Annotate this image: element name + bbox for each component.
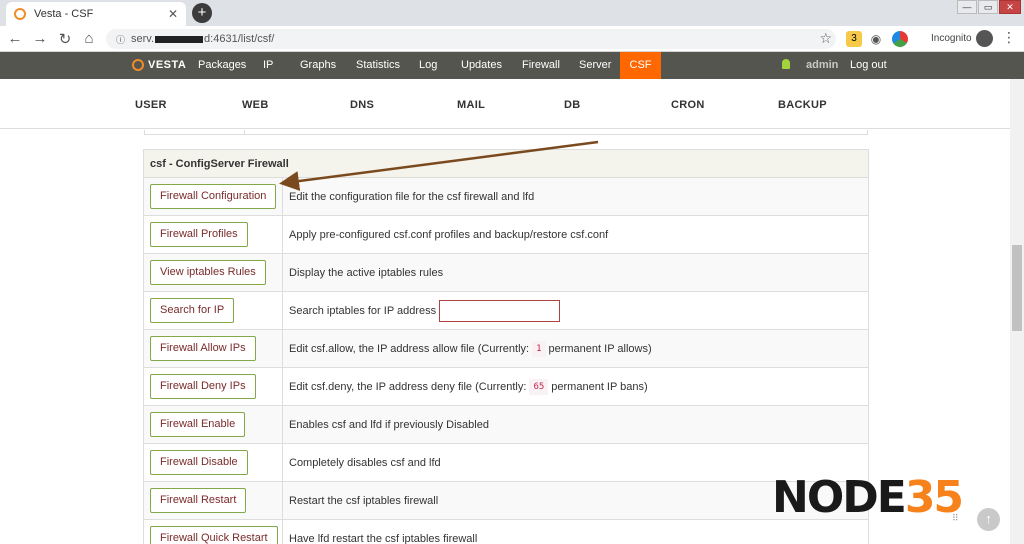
search-for-ip-button[interactable]: Search for IP [150,298,235,323]
home-icon[interactable]: ⌂ [80,30,98,47]
search-ip-input[interactable] [439,299,561,322]
firewall-restart-button[interactable]: Firewall Restart [150,488,247,513]
more-menu-icon[interactable]: ⋮ [1002,29,1016,46]
section-menu: USER WEB DNS MAIL DB CRON BACKUP [0,79,1010,129]
new-tab-button[interactable]: + [192,3,212,23]
node35-watermark-logo: NODE35 [772,472,964,523]
vesta-favicon-icon [14,8,26,20]
table-row: Firewall Deny IPs Edit csf.deny, the IP … [144,368,868,406]
vesta-logo[interactable]: VESTA [132,59,186,71]
deny-count: 65 [529,378,549,395]
close-window-button[interactable]: ✕ [999,0,1021,14]
scrollbar-thumb[interactable] [1012,245,1022,331]
section-web[interactable]: WEB [242,99,269,111]
vesta-logo-icon [132,59,144,71]
allow-count: 1 [532,340,546,357]
bell-icon[interactable] [782,59,790,69]
scroll-to-top-icon[interactable]: ↑ [977,508,1000,531]
firewall-profiles-button[interactable]: Firewall Profiles [150,222,248,247]
allow-desc-before: Edit csf.allow, the IP address allow fil… [289,342,530,355]
url-suffix: d:4631/list/csf/ [204,33,275,45]
row-description: Apply pre-configured csf.conf profiles a… [289,228,609,241]
csf-table: csf - ConfigServer Firewall Firewall Con… [143,149,869,544]
section-cron[interactable]: CRON [671,99,705,111]
url-input[interactable]: ⓘ serv. d:4631/list/csf/ ☆ [106,29,836,49]
nav-log[interactable]: Log [411,52,445,79]
extension-badge: 3 [851,33,857,44]
search-ip-label: Search iptables for IP address [289,304,437,317]
row-description: Edit csf.allow, the IP address allow fil… [283,330,868,367]
deny-desc-before: Edit csf.deny, the IP address deny file … [289,380,527,393]
table-row: Firewall Disable Completely disables csf… [144,444,868,482]
firewall-enable-button[interactable]: Firewall Enable [150,412,246,437]
extension-icon[interactable]: 3 [846,31,862,47]
nav-server[interactable]: Server [571,52,619,79]
view-iptables-rules-button[interactable]: View iptables Rules [150,260,266,285]
previous-table-edge [144,130,868,135]
row-description: Edit csf.deny, the IP address deny file … [283,368,868,405]
table-row: Firewall Restart Restart the csf iptable… [144,482,868,520]
allow-desc-after: permanent IP allows) [548,342,652,355]
maximize-button[interactable]: ▭ [978,0,998,14]
row-description: Have lfd restart the csf iptables firewa… [289,532,478,544]
table-row: Firewall Profiles Apply pre-configured c… [144,216,868,254]
chrome-extension-icon[interactable] [892,31,908,47]
row-description: Display the active iptables rules [289,266,444,279]
section-db[interactable]: DB [564,99,581,111]
section-backup[interactable]: BACKUP [778,99,827,111]
bookmark-star-icon[interactable]: ☆ [819,30,832,47]
section-mail[interactable]: MAIL [457,99,485,111]
minimize-button[interactable]: — [957,0,977,14]
csf-table-header: csf - ConfigServer Firewall [144,150,868,178]
forward-arrow-icon[interactable]: → [31,30,49,47]
table-row: Firewall Quick Restart Have lfd restart … [144,520,868,544]
url-prefix: serv. [131,33,155,45]
incognito-icon[interactable] [976,30,993,47]
reload-icon[interactable]: ↻ [56,30,74,48]
table-row: Firewall Enable Enables csf and lfd if p… [144,406,868,444]
section-dns[interactable]: DNS [350,99,374,111]
table-row: View iptables Rules Display the active i… [144,254,868,292]
url-redaction [155,35,204,43]
address-bar-row: ← → ↻ ⌂ ⓘ serv. d:4631/list/csf/ ☆ 3 ◉ I… [0,26,1024,52]
row-description: Enables csf and lfd if previously Disabl… [289,418,489,431]
tab-close-icon[interactable]: ✕ [168,7,178,21]
incognito-label: Incognito [931,33,972,44]
firewall-deny-ips-button[interactable]: Firewall Deny IPs [150,374,256,399]
nav-firewall[interactable]: Firewall [514,52,568,79]
user-name[interactable]: admin [806,52,838,79]
nav-packages[interactable]: Packages [190,52,254,79]
top-navigation: VESTA Packages IP Graphs Statistics Log … [0,52,1024,79]
deny-desc-after: permanent IP bans) [551,380,648,393]
table-row: Firewall Allow IPs Edit csf.allow, the I… [144,330,868,368]
table-row: Firewall Configuration Edit the configur… [144,178,868,216]
logout-link[interactable]: Log out [850,52,887,79]
nav-statistics[interactable]: Statistics [348,52,408,79]
browser-tab[interactable]: Vesta - CSF ✕ [6,2,186,26]
table-row: Search for IP Search iptables for IP add… [144,292,868,330]
info-icon[interactable]: ⓘ [116,33,125,46]
firewall-disable-button[interactable]: Firewall Disable [150,450,248,475]
nav-csf[interactable]: CSF [620,52,661,79]
firewall-configuration-button[interactable]: Firewall Configuration [150,184,277,209]
row-description: Edit the configuration file for the csf … [289,190,535,203]
drag-handle-icon: ⠿ [952,513,959,523]
vesta-logo-text: VESTA [148,59,187,71]
browser-titlebar: Vesta - CSF ✕ + — ▭ ✕ [0,0,1024,26]
nav-ip[interactable]: IP [255,52,281,79]
back-arrow-icon[interactable]: ← [6,30,24,47]
section-user[interactable]: USER [135,99,167,111]
tab-title: Vesta - CSF [34,8,94,20]
firewall-quick-restart-button[interactable]: Firewall Quick Restart [150,526,278,544]
page-scrollbar[interactable] [1010,79,1024,544]
nav-graphs[interactable]: Graphs [292,52,344,79]
row-description: Search iptables for IP address [283,292,868,329]
eye-icon[interactable]: ◉ [868,31,884,47]
firewall-allow-ips-button[interactable]: Firewall Allow IPs [150,336,256,361]
nav-updates[interactable]: Updates [453,52,510,79]
